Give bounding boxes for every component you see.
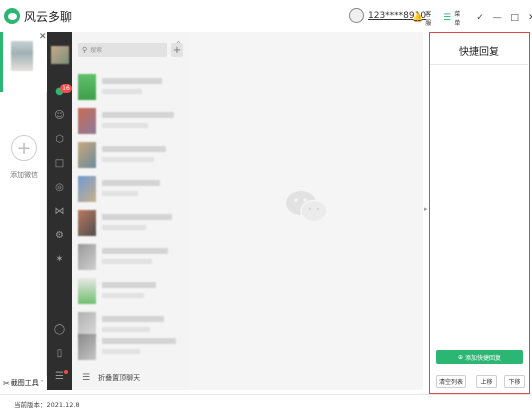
quick-reply-panel: 快捷回复 ⊕ 添加快捷回复 清空列表 上移 下移 — [429, 32, 530, 394]
unread-badge: 16 — [60, 84, 72, 93]
add-account-button[interactable]: + — [11, 135, 37, 161]
add-quick-reply-label: 添加快捷回复 — [465, 354, 502, 362]
compass-icon[interactable]: ◯ — [52, 322, 67, 337]
chevron-down-icon[interactable]: ˅ — [41, 380, 44, 387]
clear-list-button[interactable]: 清空列表 — [436, 375, 466, 388]
divider — [430, 64, 528, 65]
chat-list-item[interactable] — [72, 206, 189, 240]
chat-list-item[interactable] — [72, 274, 189, 308]
close-button[interactable]: ✕ — [526, 12, 532, 24]
chat-list-item[interactable] — [72, 172, 189, 206]
folder-icon[interactable]: □ — [52, 156, 67, 171]
app-title: 风云多聊 — [24, 9, 73, 24]
chat-list-item[interactable] — [72, 104, 189, 138]
icon-sidebar: ● 16 ☺ ⬡ □ ◎ ⋈ ⚙ ✶ ◯ ▯ ☰ — [47, 32, 72, 390]
screenshot-tool-label: 截图工具 — [10, 379, 39, 387]
move-down-button[interactable]: 下移 — [504, 375, 525, 388]
search-input[interactable] — [90, 46, 161, 54]
account-thumbnail[interactable] — [11, 41, 33, 71]
add-quick-reply-button[interactable]: ⊕ 添加快捷回复 — [436, 350, 523, 364]
title-toolbar: 🔔 客服 ☰ 菜单 ✓ — □ ✕ — [412, 9, 532, 27]
scissors-icon: ✂ — [3, 378, 10, 388]
accounts-column: ✕ ⋮ + 添加微信 — [0, 32, 52, 376]
app-window: 风云多聊 123****8910 🔔 客服 ☰ 菜单 ✓ — □ ✕ ✕ ⋮ +… — [0, 0, 532, 412]
minimize-button[interactable]: — — [491, 12, 503, 24]
bell-icon[interactable]: 🔔 — [412, 12, 423, 24]
butterfly-icon[interactable]: ⋈ — [52, 204, 67, 219]
menu-icon[interactable]: ☰ — [442, 12, 453, 24]
title-bar: 风云多聊 123****8910 🔔 客服 ☰ 菜单 ✓ — □ ✕ — [0, 0, 532, 32]
chat-list-item[interactable] — [72, 330, 189, 364]
quick-reply-title: 快捷回复 — [459, 47, 499, 58]
cube-icon[interactable]: ⬡ — [52, 132, 67, 147]
profile-avatar[interactable] — [51, 46, 69, 64]
notification-dot — [64, 370, 68, 374]
maximize-button[interactable]: □ — [508, 12, 520, 24]
contacts-icon[interactable]: ☺ — [52, 108, 67, 123]
search-icon: ⚲ — [82, 46, 88, 54]
plus-circle-icon: ⊕ — [457, 353, 463, 361]
search-box[interactable]: ⚲ — [78, 43, 167, 57]
screenshot-tool-button[interactable]: ✂ 截图工具 ˅ — [3, 378, 44, 388]
list-icon: ☰ — [82, 372, 91, 383]
panel-resize-handle[interactable]: ▸ — [424, 205, 428, 213]
move-up-button[interactable]: 上移 — [476, 375, 497, 388]
service-label[interactable]: 客服 — [425, 9, 436, 27]
active-account[interactable]: ✕ ⋮ — [0, 32, 52, 92]
star-icon[interactable]: ✶ — [52, 252, 67, 267]
phone-icon[interactable]: ▯ — [52, 346, 67, 361]
chat-list-item[interactable] — [72, 240, 189, 274]
chevron-up-icon[interactable]: ⌃ — [175, 40, 182, 49]
folded-label: 折叠置顶聊天 — [98, 373, 141, 382]
folded-pinned-chats[interactable]: ☰ 折叠置顶聊天 — [72, 365, 189, 390]
wechat-logo-icon — [286, 191, 328, 223]
chat-main-area — [189, 32, 423, 390]
chat-list-item[interactable] — [72, 138, 189, 172]
chat-list-panel: ⚲ + — [72, 32, 189, 390]
close-icon[interactable]: ✕ — [39, 32, 47, 42]
circle-icon[interactable]: ◎ — [52, 180, 67, 195]
settings-icon[interactable]: ⚙ — [52, 228, 67, 243]
status-bar: 当前版本：2021.12.8 — [0, 394, 532, 412]
pin-icon[interactable]: ✓ — [474, 12, 486, 24]
app-logo-icon — [4, 8, 20, 24]
account-avatar[interactable] — [349, 8, 364, 23]
add-account-label[interactable]: 添加微信 — [10, 170, 38, 180]
menu-label[interactable]: 菜单 — [454, 9, 465, 27]
version-text: 当前版本：2021.12.8 — [14, 401, 80, 409]
chat-list-item[interactable] — [72, 70, 189, 104]
